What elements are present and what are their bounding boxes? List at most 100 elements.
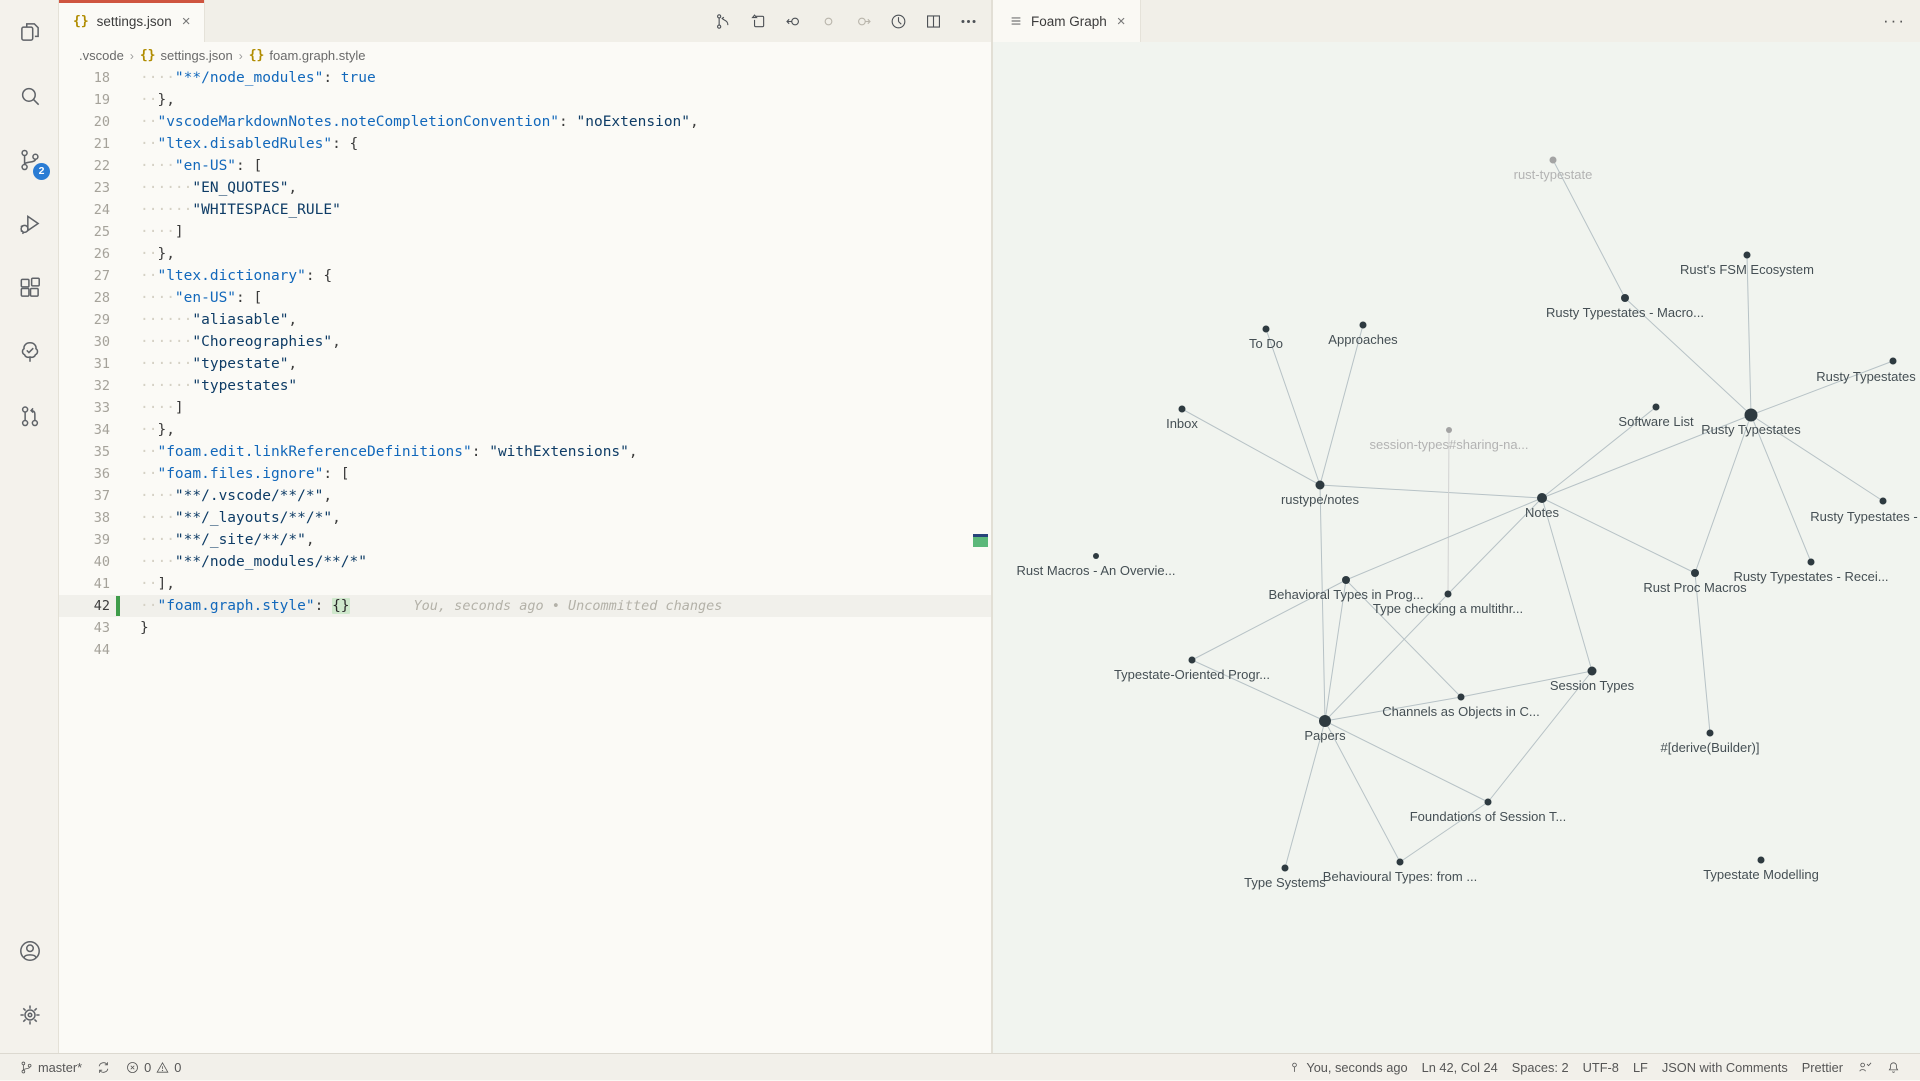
tab-foam-graph[interactable]: Foam Graph ×	[993, 0, 1141, 42]
graph-node-behavioural-types-from[interactable]	[1397, 859, 1404, 866]
graph-node-rusty-typestates-recei[interactable]	[1808, 559, 1815, 566]
code-line[interactable]: 18····"**/node_modules": true	[59, 67, 991, 89]
cursor-position-status[interactable]: Ln 42, Col 24	[1415, 1054, 1505, 1081]
extensions-icon[interactable]	[0, 256, 59, 320]
graph-edge	[1448, 430, 1449, 594]
eol-status[interactable]: LF	[1626, 1054, 1655, 1081]
more-actions-icon[interactable]	[956, 9, 981, 34]
breadcrumb-symbol[interactable]: {}foam.graph.style	[249, 48, 366, 63]
git-blame-status[interactable]: You, seconds ago	[1280, 1054, 1414, 1081]
notifications-bell-icon[interactable]	[1879, 1054, 1908, 1081]
sync-status[interactable]	[89, 1054, 118, 1081]
graph-node-channels-as-objects[interactable]	[1458, 694, 1465, 701]
graph-node-rustype-notes[interactable]	[1316, 481, 1325, 490]
code-line[interactable]: 33····]	[59, 397, 991, 419]
graph-edge	[1751, 415, 1811, 562]
code-line[interactable]: 24······"WHITESPACE_RULE"	[59, 199, 991, 221]
code-line[interactable]: 30······"Choreographies",	[59, 331, 991, 353]
code-line[interactable]: 27··"ltex.dictionary": {	[59, 265, 991, 287]
graph-node-session-types-sharing[interactable]	[1446, 427, 1452, 433]
foam-graph-canvas[interactable]: rust-typestateRust's FSM EcosystemRusty …	[993, 42, 1920, 1053]
indentation-status[interactable]: Spaces: 2	[1505, 1054, 1576, 1081]
graph-node-rusts-fsm-ecosystem[interactable]	[1744, 252, 1751, 259]
code-line[interactable]: 39····"**/_site/**/*",	[59, 529, 991, 551]
graph-node-rust-macros-overview[interactable]	[1093, 553, 1099, 559]
code-line[interactable]: 42··"foam.graph.style": {}You, seconds a…	[59, 595, 991, 617]
code-line[interactable]: 37····"**/.vscode/**/*",	[59, 485, 991, 507]
timeline-icon[interactable]	[886, 9, 911, 34]
breadcrumb-file[interactable]: {}settings.json	[140, 48, 233, 63]
graph-node-approaches[interactable]	[1360, 322, 1367, 329]
graph-node-foundations-session[interactable]	[1485, 799, 1492, 806]
graph-node-session-types[interactable]	[1588, 667, 1597, 676]
code-line[interactable]: 40····"**/node_modules/**/*"	[59, 551, 991, 573]
compare-changes-icon[interactable]	[711, 9, 736, 34]
run-debug-icon[interactable]	[0, 192, 59, 256]
graph-node-software-list[interactable]	[1653, 404, 1660, 411]
source-control-icon[interactable]: 2	[0, 128, 59, 192]
graph-node-rusty-typestates-macro[interactable]	[1621, 294, 1629, 302]
code-line[interactable]: 21··"ltex.disabledRules": {	[59, 133, 991, 155]
formatter-status[interactable]: Prettier	[1795, 1054, 1850, 1081]
change-dot-icon[interactable]	[816, 9, 841, 34]
code-line[interactable]: 31······"typestate",	[59, 353, 991, 375]
graph-more-actions-icon[interactable]: ···	[1883, 0, 1906, 42]
code-line[interactable]: 44	[59, 639, 991, 661]
graph-node-rusty-typestates-top[interactable]	[1890, 358, 1897, 365]
gear-icon[interactable]	[0, 983, 59, 1047]
tab-settings-json[interactable]: {} settings.json ×	[59, 0, 205, 42]
code-line[interactable]: 34··},	[59, 419, 991, 441]
language-mode-status[interactable]: JSON with Comments	[1655, 1054, 1795, 1081]
line-number: 32	[59, 375, 110, 397]
testing-tree-icon[interactable]	[0, 320, 59, 384]
code-line[interactable]: 41··],	[59, 573, 991, 595]
code-line[interactable]: 25····]	[59, 221, 991, 243]
branch-icon	[19, 1060, 34, 1075]
problems-status[interactable]: 0 0	[118, 1054, 188, 1081]
code-line[interactable]: 20··"vscodeMarkdownNotes.noteCompletionC…	[59, 111, 991, 133]
graph-node-papers[interactable]	[1319, 715, 1331, 727]
search-icon[interactable]	[0, 64, 59, 128]
branch-status[interactable]: master*	[12, 1054, 89, 1081]
editor-panel-sash[interactable]	[991, 0, 993, 1053]
graph-node-type-checking-multithr[interactable]	[1445, 591, 1452, 598]
code-line[interactable]: 36··"foam.files.ignore": [	[59, 463, 991, 485]
graph-node-derive-builder[interactable]	[1707, 730, 1714, 737]
line-number: 23	[59, 177, 110, 199]
open-changes-icon[interactable]	[746, 9, 771, 34]
breadcrumb-root[interactable]: .vscode	[79, 48, 124, 63]
graph-node-rust-typestate[interactable]	[1550, 157, 1557, 164]
split-editor-icon[interactable]	[921, 9, 946, 34]
code-line[interactable]: 28····"en-US": [	[59, 287, 991, 309]
graph-tab-close-icon[interactable]: ×	[1115, 13, 1128, 30]
code-line[interactable]: 19··},	[59, 89, 991, 111]
code-line[interactable]: 29······"aliasable",	[59, 309, 991, 331]
next-change-icon[interactable]	[851, 9, 876, 34]
code-line[interactable]: 32······"typestates"	[59, 375, 991, 397]
graph-node-typestate-modelling[interactable]	[1758, 857, 1765, 864]
graph-node-notes[interactable]	[1537, 493, 1547, 503]
code-line[interactable]: 26··},	[59, 243, 991, 265]
activity-bar: 2	[0, 0, 59, 1053]
graph-node-rust-proc-macros[interactable]	[1691, 569, 1699, 577]
code-line[interactable]: 43}	[59, 617, 991, 639]
graph-node-behavioral-types-prog[interactable]	[1342, 576, 1350, 584]
encoding-status[interactable]: UTF-8	[1576, 1054, 1626, 1081]
graph-node-rusty-typestates-right[interactable]	[1880, 498, 1887, 505]
graph-node-type-systems[interactable]	[1282, 865, 1289, 872]
git-graph-icon[interactable]	[0, 384, 59, 448]
explorer-icon[interactable]	[0, 0, 59, 64]
editor-code[interactable]: 18····"**/node_modules": true19··},20··"…	[59, 67, 991, 1053]
code-line[interactable]: 35··"foam.edit.linkReferenceDefinitions"…	[59, 441, 991, 463]
feedback-icon[interactable]	[1850, 1054, 1879, 1081]
graph-node-typestate-oriented-progr[interactable]	[1189, 657, 1196, 664]
code-line[interactable]: 22····"en-US": [	[59, 155, 991, 177]
previous-change-icon[interactable]	[781, 9, 806, 34]
graph-node-rusty-typestates-hub[interactable]	[1745, 409, 1758, 422]
graph-node-to-do[interactable]	[1263, 326, 1270, 333]
tab-close-icon[interactable]: ×	[180, 13, 193, 30]
graph-node-inbox[interactable]	[1179, 406, 1186, 413]
code-line[interactable]: 38····"**/_layouts/**/*",	[59, 507, 991, 529]
code-line[interactable]: 23······"EN_QUOTES",	[59, 177, 991, 199]
account-icon[interactable]	[0, 919, 59, 983]
